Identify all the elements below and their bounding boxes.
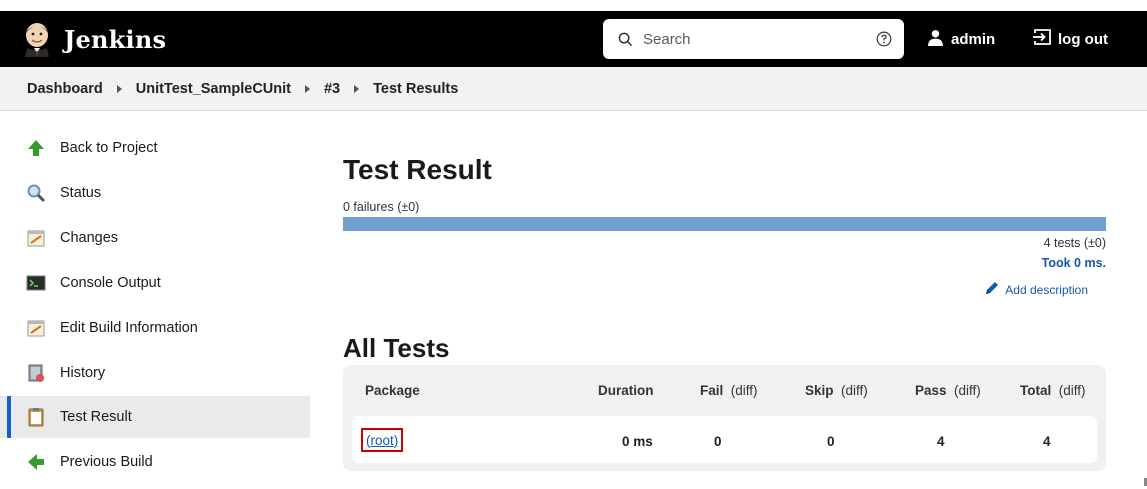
- column-header-label: Pass: [915, 383, 947, 398]
- logout-icon: [1032, 28, 1058, 50]
- sidebar-item-label: Previous Build: [60, 454, 153, 470]
- user-icon: [927, 29, 951, 50]
- page-title: Test Result: [343, 154, 492, 185]
- column-header-duration[interactable]: Duration: [598, 383, 654, 398]
- column-header-pass[interactable]: Pass (diff): [915, 383, 981, 398]
- pencil-icon: [984, 280, 1005, 299]
- column-header-total[interactable]: Total (diff): [1020, 383, 1086, 398]
- column-header-skip[interactable]: Skip (diff): [805, 383, 868, 398]
- user-menu[interactable]: admin: [927, 11, 995, 67]
- top-header: Jenkins admin log out: [0, 11, 1147, 67]
- add-description-label: Add description: [1005, 282, 1088, 297]
- main-content: Test Result 0 failures (±0) 4 tests (±0)…: [343, 111, 1106, 489]
- sidebar: Back to Project Status Changes Console O…: [0, 111, 310, 489]
- sidebar-item-label: Status: [60, 185, 102, 201]
- column-header-diff: (diff): [841, 383, 868, 398]
- magnifier-icon: [26, 183, 46, 203]
- sidebar-item-label: Edit Build Information: [60, 320, 198, 336]
- sidebar-item-label: Changes: [60, 230, 119, 246]
- test-results-table: Package Duration Fail (diff) Skip (diff)…: [343, 365, 1106, 471]
- cell-total: 4: [1043, 434, 1051, 449]
- column-header-diff: (diff): [730, 383, 758, 398]
- breadcrumb: Dashboard UnitTest_SampleCUnit #3 Test R…: [0, 67, 1147, 111]
- breadcrumb-separator-icon: [354, 84, 360, 93]
- search-icon: [618, 32, 633, 47]
- logout-button[interactable]: log out: [1032, 11, 1108, 67]
- breadcrumb-separator-icon: [304, 84, 310, 93]
- package-link-root[interactable]: (root): [361, 428, 404, 452]
- sidebar-item-previous-build[interactable]: Previous Build: [0, 441, 310, 483]
- logout-label: log out: [1058, 30, 1108, 48]
- sidebar-item-back-to-project[interactable]: Back to Project: [0, 127, 310, 169]
- user-name: admin: [951, 30, 996, 48]
- jenkins-logo-icon: [22, 21, 52, 57]
- left-arrow-icon: [26, 452, 46, 472]
- up-arrow-icon: [26, 138, 46, 158]
- pass-progress-bar: [343, 217, 1106, 231]
- sidebar-item-edit-build-information[interactable]: Edit Build Information: [0, 307, 310, 349]
- cell-duration: 0 ms: [622, 434, 653, 449]
- column-header-diff: (diff): [954, 383, 981, 398]
- clipboard-icon: [26, 407, 46, 427]
- column-header-label: Total: [1020, 383, 1052, 398]
- history-icon: [26, 363, 46, 383]
- column-header-label: Skip: [805, 383, 834, 398]
- cell-fail: 0: [714, 434, 722, 449]
- search-box[interactable]: [603, 19, 904, 59]
- all-tests-heading: All Tests: [343, 333, 450, 363]
- notepad-icon: [26, 318, 46, 338]
- sidebar-item-history[interactable]: History: [0, 352, 310, 394]
- sidebar-item-status[interactable]: Status: [0, 172, 310, 214]
- cell-pass: 4: [937, 434, 945, 449]
- table-row: (root) 0 ms 0 0 4 4: [352, 416, 1097, 463]
- sidebar-item-label: Test Result: [60, 409, 132, 425]
- notepad-icon: [26, 228, 46, 248]
- sidebar-item-test-result[interactable]: Test Result: [0, 396, 310, 438]
- terminal-icon: [26, 273, 46, 293]
- breadcrumb-project[interactable]: UnitTest_SampleCUnit: [136, 81, 291, 97]
- tests-count: 4 tests (±0): [1043, 236, 1106, 250]
- cell-skip: 0: [827, 434, 835, 449]
- breadcrumb-test-results[interactable]: Test Results: [373, 81, 458, 97]
- breadcrumb-build[interactable]: #3: [324, 81, 340, 97]
- column-header-label: Fail: [700, 383, 724, 398]
- column-header-fail[interactable]: Fail (diff): [700, 383, 758, 398]
- sidebar-item-label: Console Output: [60, 275, 161, 291]
- brand-name: Jenkins: [64, 24, 167, 54]
- sidebar-item-changes[interactable]: Changes: [0, 217, 310, 259]
- sidebar-item-console-output[interactable]: Console Output: [0, 262, 310, 304]
- breadcrumb-dashboard[interactable]: Dashboard: [27, 81, 103, 97]
- failures-summary: 0 failures (±0): [343, 200, 420, 214]
- jenkins-home-link[interactable]: Jenkins: [22, 21, 166, 57]
- column-header-package[interactable]: Package: [365, 383, 420, 398]
- column-header-diff: (diff): [1058, 383, 1086, 398]
- help-icon[interactable]: [876, 31, 892, 47]
- add-description-button[interactable]: Add description: [984, 280, 1088, 299]
- sidebar-item-label: Back to Project: [60, 140, 158, 156]
- sidebar-item-label: History: [60, 365, 106, 381]
- search-input[interactable]: [643, 30, 853, 48]
- breadcrumb-separator-icon: [116, 84, 122, 93]
- duration-link[interactable]: Took 0 ms.: [1042, 256, 1106, 270]
